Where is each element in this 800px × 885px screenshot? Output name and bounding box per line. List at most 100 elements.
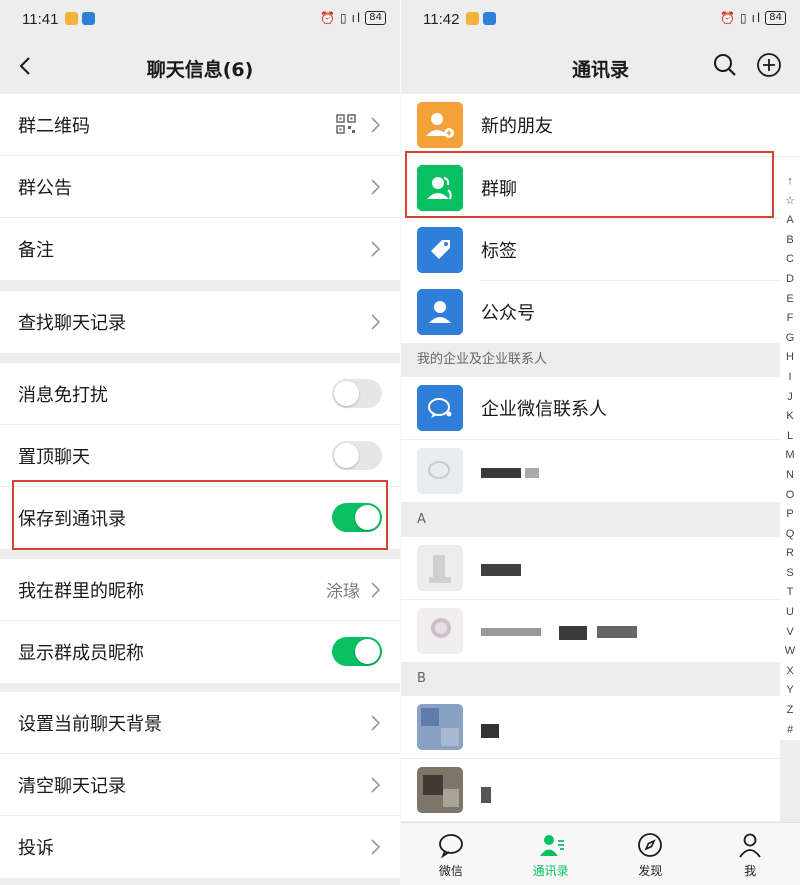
settings-group: 我在群里的昵称 涂瑑 显示群成员昵称 — [0, 559, 400, 683]
index-letter[interactable]: K — [786, 407, 793, 427]
new-friends-item[interactable]: 新的朋友 — [401, 94, 780, 156]
pin-chat-toggle[interactable] — [332, 441, 382, 470]
person-icon — [739, 833, 761, 858]
notification-app-icon — [466, 12, 479, 25]
index-letter[interactable]: P — [786, 505, 793, 525]
complain-row[interactable]: 投诉 — [0, 816, 400, 878]
system-icons: ⏰ ▯ ıl 84 — [320, 11, 386, 25]
item-label: 新的朋友 — [481, 116, 553, 137]
index-letter[interactable]: V — [786, 623, 793, 643]
index-letter[interactable]: Q — [786, 525, 795, 545]
blurred-name — [481, 468, 521, 478]
show-nicknames-toggle[interactable] — [332, 637, 382, 666]
index-letter[interactable]: D — [786, 270, 794, 290]
section-header-b: B — [401, 662, 800, 696]
index-letter[interactable]: H — [786, 348, 794, 368]
chevron-right-icon — [371, 715, 380, 731]
battery-icon: 84 — [765, 11, 786, 25]
contact-item[interactable] — [401, 440, 780, 502]
mute-row: 消息免打扰 — [0, 363, 400, 425]
contact-avatar — [417, 545, 463, 591]
compass-icon — [638, 833, 663, 857]
row-label: 投诉 — [18, 838, 54, 859]
index-letter[interactable]: R — [786, 544, 794, 564]
chat-background-row[interactable]: 设置当前聊天背景 — [0, 692, 400, 754]
index-letter[interactable]: M — [785, 446, 794, 466]
index-letter[interactable]: E — [786, 290, 793, 310]
blurred-name — [597, 626, 637, 638]
alarm-icon: ⏰ — [720, 11, 737, 25]
contact-item[interactable] — [401, 600, 780, 662]
tab-label: 我 — [744, 864, 757, 878]
index-letter[interactable]: W — [785, 642, 795, 662]
chevron-right-icon — [371, 117, 380, 133]
index-letter[interactable]: ↑ — [787, 172, 793, 192]
index-letter[interactable]: # — [787, 721, 793, 741]
contact-item[interactable] — [401, 537, 780, 599]
vibrate-icon: ▯ — [339, 11, 349, 25]
index-letter[interactable]: X — [786, 662, 793, 682]
group-qr-code-row[interactable]: 群二维码 — [0, 94, 400, 156]
index-letter[interactable]: C — [786, 250, 794, 270]
search-icon[interactable] — [712, 52, 738, 78]
chevron-right-icon — [371, 314, 380, 330]
index-letter[interactable]: B — [786, 231, 793, 251]
tab-chats[interactable]: 微信 — [401, 823, 501, 885]
index-letter[interactable]: I — [788, 368, 791, 388]
nav-bar: 聊天信息(6) — [0, 38, 400, 94]
nickname-value: 涂瑑 — [326, 582, 360, 602]
system-icons: ⏰ ▯ ıl 84 — [720, 11, 786, 25]
blurred-name — [481, 628, 541, 636]
blurred-name — [481, 724, 499, 738]
item-label: 公众号 — [481, 303, 535, 324]
index-letter[interactable]: J — [787, 388, 793, 408]
official-accounts-item[interactable]: 公众号 — [401, 281, 780, 343]
enterprise-wechat-icon — [417, 385, 463, 431]
alphabet-index-bar[interactable]: ↑ ☆ A B C D E F G H I J K L M N O P Q R S T U V W X Y Z # — [780, 172, 800, 741]
notification-app-icon — [483, 12, 496, 25]
contact-avatar — [417, 448, 463, 494]
group-chat-info-screen: 11:41 ⏰ ▯ ıl 84 聊天信息(6) 群二维码 群公告 备注 查找聊天… — [0, 0, 400, 885]
contact-avatar — [417, 704, 463, 750]
add-icon[interactable] — [756, 52, 782, 78]
search-history-row[interactable]: 查找聊天记录 — [0, 291, 400, 353]
enterprise-contacts-item[interactable]: 企业微信联系人 — [401, 377, 780, 439]
tab-contacts[interactable]: 通讯录 — [501, 823, 601, 885]
index-letter[interactable]: L — [787, 427, 793, 447]
row-label: 设置当前聊天背景 — [18, 713, 162, 735]
signal-icon: ıl — [351, 11, 363, 25]
group-notice-row[interactable]: 群公告 — [0, 156, 400, 218]
index-letter[interactable]: U — [786, 603, 794, 623]
contact-item[interactable] — [401, 696, 780, 758]
tab-discover[interactable]: 发现 — [601, 823, 701, 885]
tab-me[interactable]: 我 — [700, 823, 800, 885]
clear-history-row[interactable]: 清空聊天记录 — [0, 754, 400, 816]
index-letter[interactable]: A — [786, 211, 793, 231]
my-nickname-row[interactable]: 我在群里的昵称 涂瑑 — [0, 559, 400, 621]
remark-row[interactable]: 备注 — [0, 218, 400, 280]
toggle-knob — [334, 443, 359, 468]
index-letter[interactable]: ☆ — [785, 192, 795, 212]
chevron-right-icon — [371, 241, 380, 257]
status-bar: 11:42 ⏰ ▯ ıl 84 — [401, 0, 800, 38]
index-letter[interactable]: T — [787, 583, 794, 603]
index-letter[interactable]: G — [786, 329, 795, 349]
index-letter[interactable]: Y — [786, 681, 793, 701]
row-label: 备注 — [18, 240, 54, 261]
index-letter[interactable]: S — [786, 564, 793, 584]
contact-item[interactable] — [401, 759, 780, 821]
settings-group: 群二维码 群公告 备注 — [0, 94, 400, 280]
chat-bubble-icon — [438, 834, 463, 859]
index-letter[interactable]: Z — [787, 701, 794, 721]
new-friends-icon — [417, 102, 463, 148]
index-letter[interactable]: F — [787, 309, 794, 329]
index-letter[interactable]: O — [786, 486, 795, 506]
pin-chat-row: 置顶聊天 — [0, 425, 400, 487]
mute-toggle[interactable] — [332, 379, 382, 408]
index-letter[interactable]: N — [786, 466, 794, 486]
tab-label: 微信 — [438, 864, 463, 878]
chevron-right-icon — [371, 179, 380, 195]
highlight-box — [405, 151, 774, 218]
row-label: 查找聊天记录 — [18, 313, 126, 334]
tags-item[interactable]: 标签 — [401, 219, 780, 281]
